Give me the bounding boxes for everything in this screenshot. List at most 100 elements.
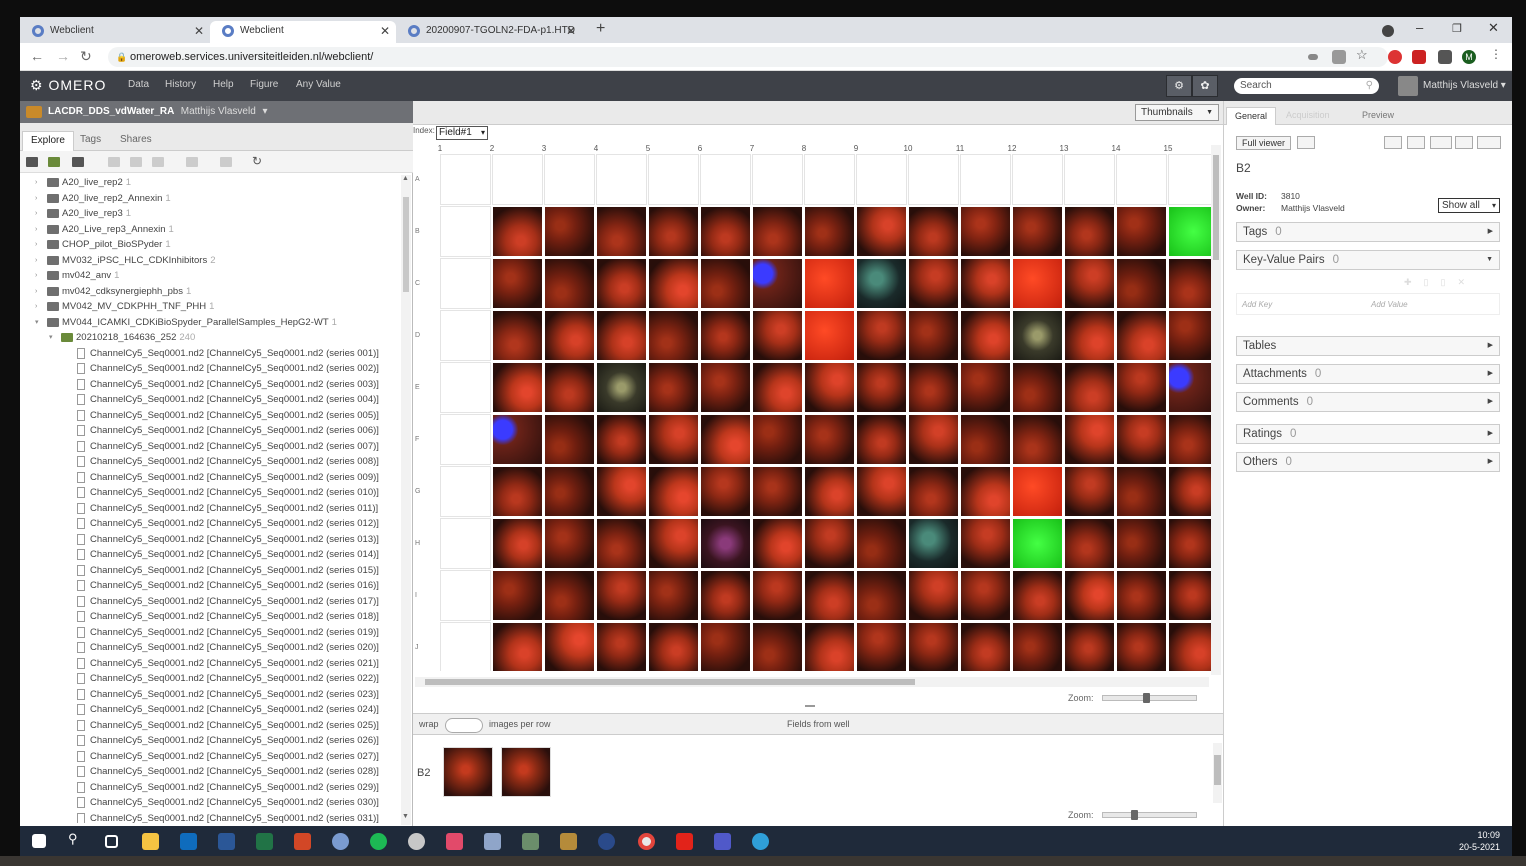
tree-image-item[interactable]: ChannelCy5_Seq0001.nd2 [ChannelCy5_Seq00…	[20, 811, 404, 823]
plate-well[interactable]	[856, 518, 907, 569]
new-tab-button[interactable]: +	[596, 20, 605, 38]
plate-well[interactable]	[1012, 362, 1063, 413]
tree-image-item[interactable]: ChannelCy5_Seq0001.nd2 [ChannelCy5_Seq00…	[20, 547, 404, 563]
tags-section[interactable]: Tags 0 ▶	[1236, 222, 1500, 242]
plate-well[interactable]	[440, 466, 491, 517]
plate-zoom-slider[interactable]	[1102, 693, 1197, 703]
tree-image-item[interactable]: ChannelCy5_Seq0001.nd2 [ChannelCy5_Seq00…	[20, 516, 404, 532]
plate-well[interactable]	[804, 570, 855, 621]
app-icon[interactable]	[560, 833, 577, 850]
view-mode-select[interactable]: Thumbnails ▼	[1135, 104, 1219, 121]
plate-well[interactable]	[440, 206, 491, 257]
edge-icon[interactable]	[752, 833, 769, 850]
tree-project-item[interactable]: › A20_Live_rep3_Annexin 1	[20, 222, 404, 238]
plate-well[interactable]	[648, 570, 699, 621]
plate-well[interactable]	[544, 570, 595, 621]
plate-well[interactable]	[1012, 518, 1063, 569]
plate-well[interactable]	[1064, 414, 1115, 465]
excel-icon[interactable]	[256, 833, 273, 850]
task-view-icon[interactable]	[105, 835, 118, 848]
plate-well[interactable]	[1012, 206, 1063, 257]
url-field[interactable]: 🔒 omeroweb.services.universiteitleiden.n…	[108, 47, 1388, 67]
cut-icon[interactable]	[108, 157, 120, 167]
copy-icon[interactable]	[130, 157, 142, 167]
plate-well[interactable]	[752, 206, 803, 257]
plate-well[interactable]	[492, 258, 543, 309]
plate-well[interactable]	[1064, 206, 1115, 257]
scroll-thumb[interactable]	[403, 197, 409, 292]
new-project-icon[interactable]	[26, 157, 38, 167]
plate-well[interactable]	[804, 362, 855, 413]
plate-well[interactable]	[1116, 154, 1167, 205]
plate-well[interactable]	[804, 414, 855, 465]
tree-image-item[interactable]: ChannelCy5_Seq0001.nd2 [ChannelCy5_Seq00…	[20, 578, 404, 594]
plate-well[interactable]	[440, 518, 491, 569]
refresh-icon[interactable]: ↻	[252, 154, 262, 168]
new-screen-icon[interactable]	[72, 157, 84, 167]
plate-well[interactable]	[908, 310, 959, 361]
close-icon[interactable]: ✕	[566, 21, 576, 41]
plate-well[interactable]	[1064, 362, 1115, 413]
plate-well[interactable]	[908, 154, 959, 205]
tree-project-item[interactable]: › A20_live_rep3 1	[20, 206, 404, 222]
tree-project-item[interactable]: › mv042_anv 1	[20, 268, 404, 284]
spotify-icon[interactable]	[370, 833, 387, 850]
plate-well[interactable]	[960, 570, 1011, 621]
restore-icon[interactable]: ❐	[1452, 22, 1462, 35]
plate-well[interactable]	[648, 518, 699, 569]
r-icon[interactable]	[332, 833, 349, 850]
plate-well[interactable]	[596, 622, 647, 671]
plate-well[interactable]	[648, 310, 699, 361]
tree-image-item[interactable]: ChannelCy5_Seq0001.nd2 [ChannelCy5_Seq00…	[20, 346, 404, 362]
tree-project-item[interactable]: › CHOP_pilot_BioSPyder 1	[20, 237, 404, 253]
plate-well[interactable]	[1168, 362, 1211, 413]
chevron-down-icon[interactable]: ▾	[49, 330, 53, 346]
plate-well[interactable]	[752, 570, 803, 621]
plate-well[interactable]	[700, 310, 751, 361]
tree-image-item[interactable]: ChannelCy5_Seq0001.nd2 [ChannelCy5_Seq00…	[20, 532, 404, 548]
tree-image-item[interactable]: ChannelCy5_Seq0001.nd2 [ChannelCy5_Seq00…	[20, 361, 404, 377]
tab-general[interactable]: General	[1226, 107, 1277, 125]
plate-well[interactable]	[804, 622, 855, 671]
open-with-icon[interactable]	[1297, 136, 1315, 149]
plate-well[interactable]	[700, 154, 751, 205]
tree-image-item[interactable]: ChannelCy5_Seq0001.nd2 [ChannelCy5_Seq00…	[20, 656, 404, 672]
plate-well[interactable]	[492, 362, 543, 413]
plate-well[interactable]	[440, 258, 491, 309]
tree-image-item[interactable]: ChannelCy5_Seq0001.nd2 [ChannelCy5_Seq00…	[20, 733, 404, 749]
plate-well[interactable]	[908, 206, 959, 257]
file-explorer-icon[interactable]	[142, 833, 159, 850]
plate-well[interactable]	[960, 622, 1011, 671]
plate-well[interactable]	[1012, 154, 1063, 205]
plate-well[interactable]	[544, 258, 595, 309]
plate-well[interactable]	[960, 206, 1011, 257]
clock[interactable]: 10:09 20-5-2021	[1459, 829, 1500, 853]
plate-well[interactable]	[544, 622, 595, 671]
plate-well[interactable]	[440, 154, 491, 205]
kv-actions[interactable]: ✚▯▯✕	[1404, 277, 1477, 288]
account-avatar-icon[interactable]: M	[1462, 50, 1476, 64]
app-icon[interactable]	[408, 833, 425, 850]
plate-well[interactable]	[700, 206, 751, 257]
fields-scrollbar[interactable]	[1213, 743, 1222, 803]
menu-data[interactable]: Data	[128, 79, 149, 90]
plate-well[interactable]	[1168, 258, 1211, 309]
tree-image-item[interactable]: ChannelCy5_Seq0001.nd2 [ChannelCy5_Seq00…	[20, 470, 404, 486]
download-icon[interactable]	[1455, 136, 1473, 149]
chevron-down-icon[interactable]: ▾	[35, 315, 39, 331]
tree-project-item[interactable]: › A20_live_rep2 1	[20, 175, 404, 191]
user-menu[interactable]: Matthijs Vlasveld ▾	[1423, 80, 1506, 91]
tree-image-item[interactable]: ChannelCy5_Seq0001.nd2 [ChannelCy5_Seq00…	[20, 501, 404, 517]
slider-knob[interactable]	[1143, 693, 1150, 703]
plate-well[interactable]	[492, 310, 543, 361]
plate-well[interactable]	[1168, 414, 1211, 465]
chevron-right-icon[interactable]: ›	[35, 222, 37, 238]
forward-icon[interactable]: →	[56, 48, 70, 64]
settings-icon[interactable]: ⚙	[1166, 75, 1192, 97]
close-icon[interactable]: ✕	[380, 21, 390, 41]
app-icon[interactable]	[522, 833, 539, 850]
plate-well[interactable]	[908, 518, 959, 569]
plate-well[interactable]	[1168, 154, 1211, 205]
extensions-icon[interactable]	[1438, 50, 1452, 64]
plate-well[interactable]	[596, 362, 647, 413]
